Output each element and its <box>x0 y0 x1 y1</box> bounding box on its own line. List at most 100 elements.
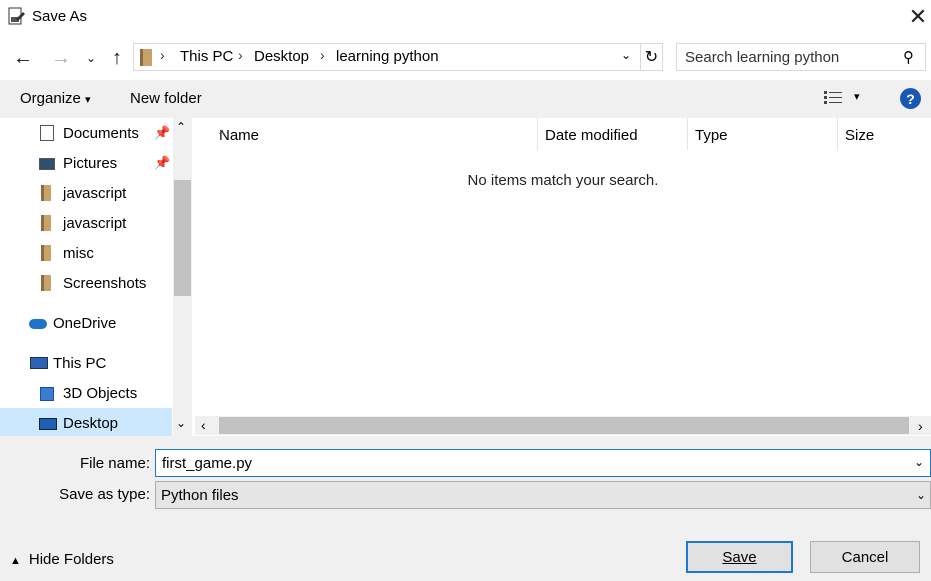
sidebar-item-label: This PC <box>53 355 107 372</box>
caret-up-icon: ▲ <box>10 555 21 567</box>
navigation-pane: Documents 📌 Pictures 📌 javascript javasc… <box>0 118 192 436</box>
sidebar-item-desktop[interactable]: Desktop <box>0 408 172 436</box>
sidebar-item-misc[interactable]: misc <box>0 238 172 268</box>
sidebar-item-onedrive[interactable]: OneDrive <box>0 308 172 338</box>
folder-icon <box>41 245 51 261</box>
scroll-down-icon[interactable]: ⌄ <box>176 416 186 430</box>
sidebar-item-label: OneDrive <box>53 315 117 332</box>
command-bar: Organize ▾ New folder ▾ ? <box>0 80 931 118</box>
save-as-type-value: Python files <box>161 487 239 504</box>
close-button[interactable]: ✕ <box>904 4 931 30</box>
breadcrumb-this-pc[interactable]: This PC <box>180 48 233 65</box>
folder-icon <box>41 275 51 291</box>
view-options-dropdown[interactable]: ▾ <box>854 90 860 103</box>
column-header-name[interactable]: Name ^ <box>211 118 537 150</box>
forward-button[interactable]: → <box>48 46 74 70</box>
view-details-icon[interactable] <box>824 90 842 106</box>
refresh-button[interactable]: ↻ <box>640 44 662 70</box>
file-name-dropdown-icon[interactable]: ⌄ <box>914 455 924 469</box>
cancel-button[interactable]: Cancel <box>810 541 920 573</box>
navigation-pane-scrollbar[interactable]: ⌃ ⌄ <box>173 118 192 436</box>
scroll-left-icon[interactable]: ‹ <box>201 417 206 433</box>
chevron-right-icon[interactable]: › <box>238 47 243 63</box>
column-header-label: Size <box>845 127 875 144</box>
sidebar-item-label: Screenshots <box>63 275 147 292</box>
back-button[interactable]: ← <box>10 46 36 70</box>
caret-down-icon: ▾ <box>85 94 91 106</box>
scrollbar-thumb[interactable] <box>219 417 909 434</box>
chevron-right-icon: › <box>160 47 165 63</box>
chevron-down-icon: ⌄ <box>85 51 97 65</box>
column-header-label: Name <box>219 127 260 144</box>
help-icon[interactable]: ? <box>900 88 921 109</box>
address-bar[interactable]: › This PC › Desktop › learning python ⌄ … <box>133 43 663 71</box>
refresh-icon: ↻ <box>644 49 659 66</box>
chevron-down-icon: ⌄ <box>916 488 927 502</box>
sidebar-item-javascript-2[interactable]: javascript <box>0 208 172 238</box>
arrow-left-icon: ← <box>13 46 33 69</box>
column-header-date-modified[interactable]: Date modified <box>537 118 687 150</box>
arrow-up-icon: ↑ <box>112 46 122 69</box>
folder-icon <box>41 215 51 231</box>
new-folder-button[interactable]: New folder <box>130 90 202 107</box>
desktop-icon <box>39 418 57 430</box>
save-as-icon <box>8 7 25 25</box>
sidebar-item-label: Desktop <box>63 415 119 432</box>
file-list-horizontal-scrollbar[interactable]: ‹ <box>195 416 913 435</box>
arrow-right-icon: → <box>51 46 71 69</box>
sidebar-item-label: javascript <box>63 215 127 232</box>
pin-icon[interactable]: 📌 <box>154 155 170 171</box>
scroll-up-icon[interactable]: ⌃ <box>176 120 186 134</box>
scroll-right-icon[interactable]: › <box>918 418 923 434</box>
save-as-type-label: Save as type: <box>59 486 150 503</box>
this-pc-icon <box>30 357 48 369</box>
search-input[interactable]: Search learning python ⚲ <box>676 43 926 71</box>
column-header-size[interactable]: Size <box>837 118 927 150</box>
save-button[interactable]: Save <box>686 541 793 573</box>
scrollbar-thumb[interactable] <box>174 180 191 296</box>
pin-icon[interactable]: 📌 <box>154 125 170 141</box>
breadcrumb-learning-python[interactable]: learning python <box>336 48 439 65</box>
sort-ascending-icon: ^ <box>219 127 225 141</box>
file-name-label: File name: <box>79 455 150 472</box>
search-placeholder: Search learning python <box>685 49 840 66</box>
sidebar-item-screenshots[interactable]: Screenshots <box>0 268 172 298</box>
save-as-type-select[interactable]: Python files ⌄ <box>155 481 931 509</box>
sidebar-item-documents[interactable]: Documents 📌 <box>0 118 172 148</box>
sidebar-item-3d-objects[interactable]: 3D Objects <box>0 378 172 408</box>
chevron-right-icon[interactable]: › <box>320 47 325 63</box>
sidebar-item-this-pc[interactable]: This PC <box>0 348 172 378</box>
up-button[interactable]: ↑ <box>104 46 130 70</box>
sidebar-item-label: 3D Objects <box>63 385 138 402</box>
save-button-label: Save <box>722 548 757 566</box>
address-dropdown-icon[interactable]: ⌄ <box>618 48 634 62</box>
onedrive-icon <box>29 319 47 329</box>
hide-folders-button[interactable]: ▲ Hide Folders <box>10 551 114 568</box>
documents-icon <box>40 125 54 141</box>
file-list: Name ^ Date modified Type Size No items … <box>195 118 931 416</box>
hide-folders-label: Hide Folders <box>28 551 114 568</box>
sidebar-item-javascript[interactable]: javascript <box>0 178 172 208</box>
sidebar-item-label: Documents <box>63 125 139 142</box>
sidebar-item-label: misc <box>63 245 94 262</box>
breadcrumb-desktop[interactable]: Desktop <box>254 48 309 65</box>
pictures-icon <box>39 158 55 170</box>
recent-locations-button[interactable]: ⌄ <box>82 46 100 70</box>
3d-objects-icon <box>40 387 54 401</box>
sidebar-item-pictures[interactable]: Pictures 📌 <box>0 148 172 178</box>
close-icon: ✕ <box>908 4 928 29</box>
title-bar: Save As ✕ <box>0 0 931 34</box>
file-name-input[interactable] <box>155 449 931 477</box>
search-icon[interactable]: ⚲ <box>903 48 914 66</box>
organize-button[interactable]: Organize ▾ <box>20 90 91 107</box>
empty-results-message: No items match your search. <box>467 172 659 189</box>
sidebar-item-label: javascript <box>63 185 127 202</box>
column-header-label: Type <box>695 127 728 144</box>
cancel-button-label: Cancel <box>841 548 889 566</box>
column-header-type[interactable]: Type <box>687 118 837 150</box>
folder-icon <box>41 185 51 201</box>
column-header-label: Date modified <box>545 127 638 144</box>
sidebar-item-label: Pictures <box>63 155 118 172</box>
window-title: Save As <box>32 8 88 25</box>
navigation-bar: ← → ⌄ ↑ › This PC › Desktop › learning p… <box>0 38 931 78</box>
